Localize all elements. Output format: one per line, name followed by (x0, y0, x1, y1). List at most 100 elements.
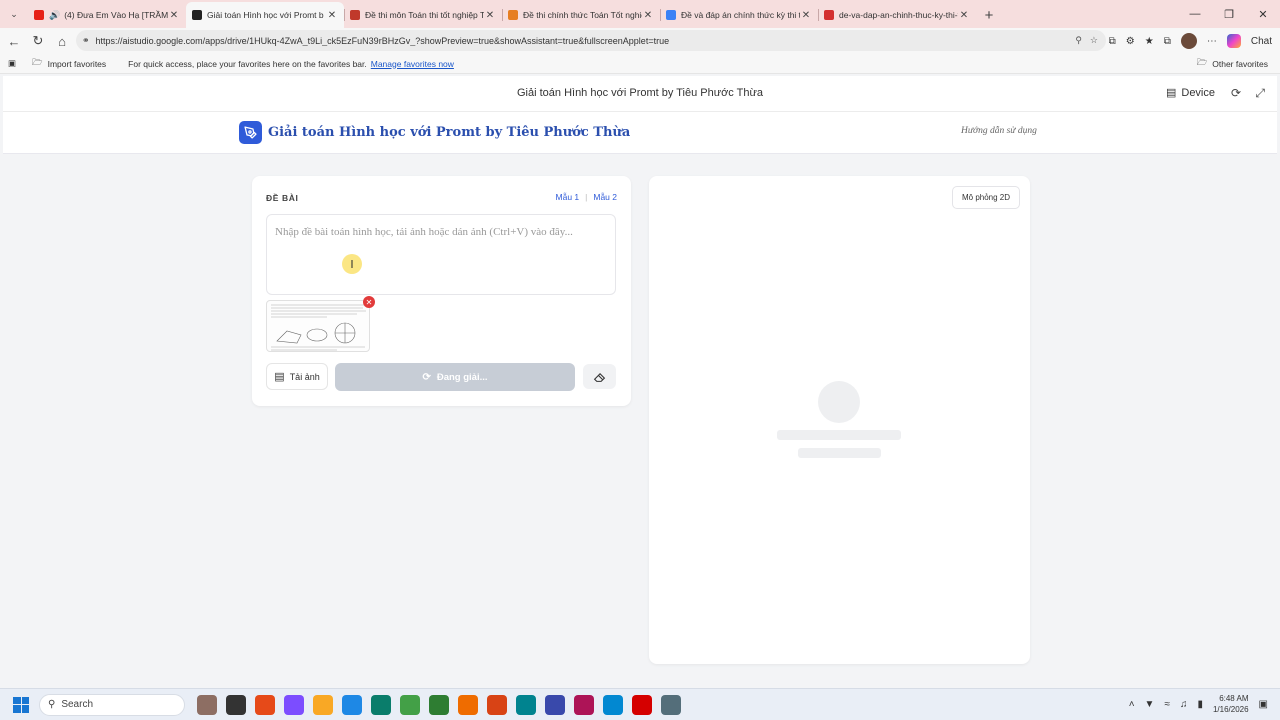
tab-favicon-icon (34, 10, 44, 20)
browser-tab[interactable]: Đề thi môn Toán thi tốt nghiệp TH ✕ (344, 2, 502, 28)
vpn-icon[interactable]: ▼ (1145, 699, 1155, 710)
close-tab-icon[interactable]: ✕ (326, 10, 338, 21)
restore-icon[interactable]: ❐ (1212, 0, 1246, 28)
office-icon[interactable] (255, 694, 275, 715)
close-tab-icon[interactable]: ✕ (484, 10, 496, 21)
browser-tab[interactable]: de-va-dap-an-chinh-thuc-ky-thi-t ✕ (818, 2, 976, 28)
file-explorer-icon[interactable] (313, 694, 333, 715)
loading-placeholder-circle (818, 381, 860, 423)
tab-actions-button[interactable]: ⌄ (0, 0, 28, 28)
volume-icon[interactable]: ♫ (1180, 699, 1188, 710)
home-icon: ⌂ (58, 33, 66, 49)
text-cursor-icon: I (342, 254, 362, 274)
tab-label: (4) Đưa Em Vào Hạ [TRẦM TỬ (64, 10, 168, 20)
more-menu-icon[interactable]: ⋯ (1207, 36, 1217, 47)
new-tab-button[interactable]: + (976, 2, 1002, 28)
tool-app-icon[interactable] (516, 694, 536, 715)
refresh-applet-icon[interactable]: ⟳ (1231, 86, 1241, 100)
problem-card: ĐỀ BÀI Mẫu 1 | Mẫu 2 Nhập đề bài toán hì… (252, 176, 631, 406)
minimize-icon[interactable]: — (1178, 0, 1212, 28)
simulate-2d-button[interactable]: Mô phỏng 2D (952, 186, 1020, 209)
folder-icon: 🗁 (1196, 56, 1208, 67)
loading-placeholder-bar (777, 430, 901, 440)
monitor-app-icon[interactable] (661, 694, 681, 715)
fullscreen-icon[interactable]: ⤢ (1255, 86, 1265, 101)
favorites-icon[interactable]: ★ (1145, 36, 1154, 47)
browser-toolbar: ← ↻ ⌂ ⚭ https://aistudio.google.com/apps… (0, 28, 1280, 54)
collections-icon[interactable]: ⧉ (1164, 36, 1171, 47)
remove-image-button[interactable]: ✕ (363, 296, 375, 308)
brand-name: Giải toán Hình học với Promt by Tiêu Phư… (268, 125, 631, 140)
wifi-icon[interactable]: ≈ (1164, 699, 1170, 710)
pink-app-icon[interactable] (574, 694, 594, 715)
task-view-icon[interactable] (226, 694, 246, 715)
chrome-icon[interactable] (400, 694, 420, 715)
sample-2-link[interactable]: Mẫu 2 (593, 192, 617, 202)
notifications-icon[interactable]: ▣ (1259, 699, 1268, 710)
opera-icon[interactable] (632, 694, 652, 715)
tab-label: Đề thi chính thức Toán Tốt nghiệp (523, 10, 642, 20)
close-tab-icon[interactable]: ✕ (800, 10, 812, 21)
address-bar[interactable]: ⚭ https://aistudio.google.com/apps/drive… (76, 30, 1106, 51)
browser-tab[interactable]: Đề và đáp án chính thức kỳ thi tốt ✕ (660, 2, 818, 28)
browser-tab-strip: ⌄ 🔊(4) Đưa Em Vào Hạ [TRẦM TỬ✕Giải toán … (0, 0, 1280, 28)
upload-image-button[interactable]: ▤ Tải ảnh (266, 363, 328, 390)
device-button[interactable]: ▤ Device (1165, 86, 1215, 100)
battery-icon[interactable]: ▮ (1197, 699, 1203, 710)
tab-favicon-icon (350, 10, 360, 20)
profile-avatar[interactable] (1180, 33, 1197, 49)
tab-favicon-icon (666, 10, 676, 20)
favorites-bar: ▣ 🗁 Import favorites For quick access, p… (0, 54, 1280, 74)
import-favorites-item[interactable]: 🗁 Import favorites (32, 57, 106, 71)
solve-button[interactable]: ⟳ Đang giải... (335, 363, 575, 391)
save-app-icon[interactable] (545, 694, 565, 715)
clock[interactable]: 6:48 AM 1/16/2026 (1213, 693, 1249, 715)
close-window-icon[interactable]: ✕ (1246, 0, 1280, 28)
taskbar-search[interactable]: ⚲ Search (39, 693, 185, 716)
speaker-icon[interactable]: 🔊 (49, 10, 60, 21)
edge-icon[interactable] (371, 694, 391, 715)
favorite-star-icon[interactable]: ☆ (1090, 35, 1098, 46)
taskbar-search-label: Search (61, 699, 94, 710)
manage-favorites-link[interactable]: Manage favorites now (371, 59, 454, 69)
browser-tab[interactable]: Giải toán Hình học với Promt b | G ✕ (186, 2, 344, 28)
refresh-icon: ↻ (32, 33, 44, 48)
search-app-icon[interactable] (458, 694, 478, 715)
chat-label[interactable]: Chat (1251, 36, 1272, 47)
chevron-up-icon[interactable]: ˄ (1129, 699, 1135, 710)
device-icon: ▤ (1165, 87, 1177, 99)
close-tab-icon[interactable]: ✕ (168, 10, 180, 21)
sample-1-link[interactable]: Mẫu 1 (556, 192, 580, 202)
firefox-icon[interactable] (487, 694, 507, 715)
widgets-icon[interactable] (197, 694, 217, 715)
import-favorites-label: Import favorites (47, 58, 107, 69)
refresh-button[interactable]: ↻ (26, 29, 50, 53)
clear-button[interactable] (583, 364, 616, 389)
browser-tab[interactable]: 🔊 (4) Đưa Em Vào Hạ [TRẦM TỬ✕ (28, 2, 186, 28)
copilot-app-icon[interactable] (284, 694, 304, 715)
user-guide-link[interactable]: Hướng dẫn sử dụng (961, 126, 1037, 136)
back-button[interactable]: ← (2, 29, 26, 53)
reading-mode-icon[interactable]: ▣ (8, 58, 16, 69)
green-app-icon[interactable] (429, 694, 449, 715)
extensions-icon[interactable]: ⧉ (1109, 36, 1116, 47)
site-info-icon[interactable]: ⚭ (82, 35, 90, 46)
browser-essentials-icon[interactable]: ⚙ (1126, 36, 1135, 47)
sample-links: Mẫu 1 | Mẫu 2 (556, 192, 617, 202)
zalo-icon[interactable] (342, 694, 362, 715)
problem-input[interactable]: Nhập đề bài toán hình học, tải ảnh hoặc … (266, 214, 616, 295)
windows-start-icon[interactable] (13, 696, 29, 713)
tab-favicon-icon (508, 10, 518, 20)
system-tray: ˄ ▼ ≈ ♫ ▮ 6:48 AM 1/16/2026 ▣ (1129, 693, 1268, 715)
other-favorites-item[interactable]: 🗁 Other favorites (1197, 57, 1268, 71)
spinner-icon: ⟳ (422, 371, 431, 383)
copilot-icon[interactable] (1226, 34, 1241, 48)
browser-tab[interactable]: Đề thi chính thức Toán Tốt nghiệp ✕ (502, 2, 660, 28)
zoom-icon[interactable]: ⚲ (1075, 35, 1082, 46)
eraser-icon (593, 373, 606, 382)
time-text: 6:48 AM (1219, 694, 1249, 703)
close-tab-icon[interactable]: ✕ (958, 10, 970, 21)
store-icon[interactable] (603, 694, 623, 715)
close-tab-icon[interactable]: ✕ (642, 10, 654, 21)
home-button[interactable]: ⌂ (50, 29, 74, 53)
